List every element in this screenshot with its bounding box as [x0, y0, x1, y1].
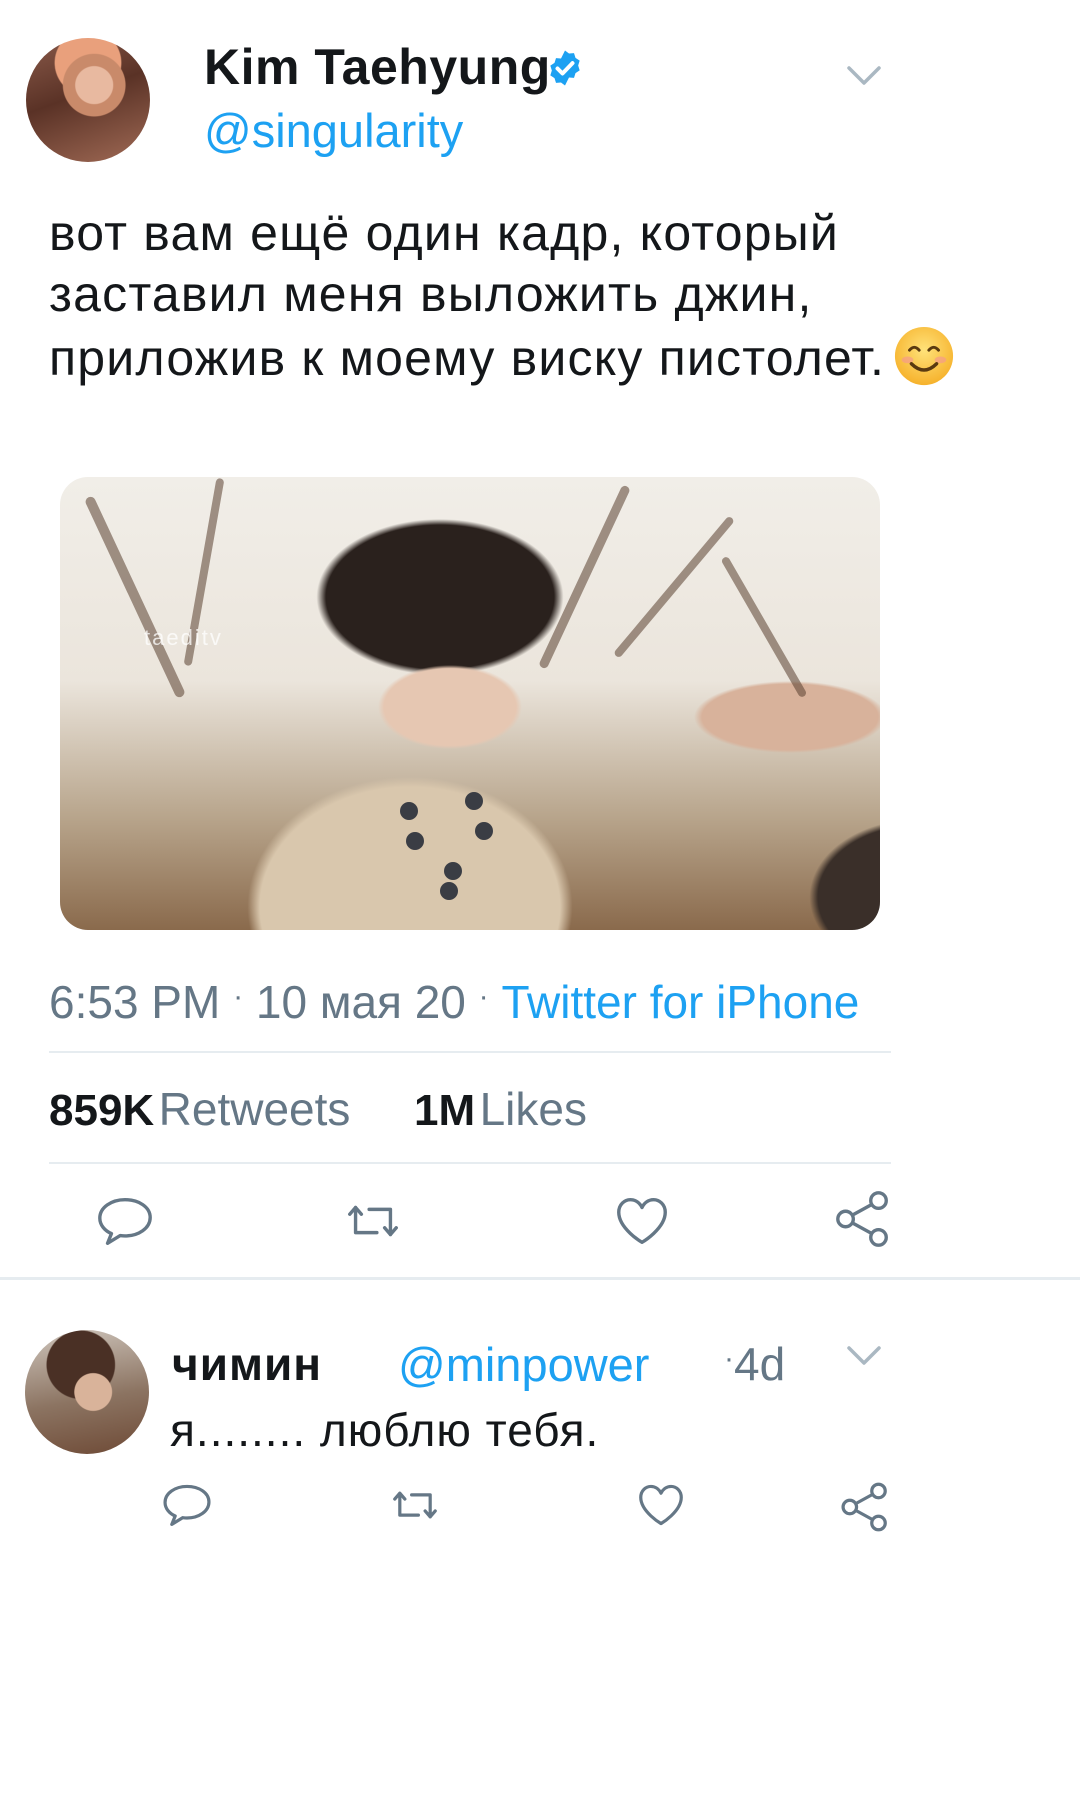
divider — [49, 1051, 891, 1053]
reply-text: я........ люблю тебя. — [170, 1404, 600, 1456]
retweet-icon[interactable] — [342, 1190, 404, 1252]
chevron-down-icon[interactable] — [846, 1345, 882, 1367]
likes-count: 1M — [414, 1086, 476, 1135]
tweet-source-link[interactable]: Twitter for iPhone — [501, 976, 859, 1028]
like-heart-icon[interactable] — [634, 1478, 688, 1532]
tweet-time: 6:53 PM — [49, 976, 221, 1028]
tweet-meta: 6:53 PM · 10 мая 20 · Twitter for iPhone — [49, 975, 859, 1029]
author-handle[interactable]: @singularity — [204, 103, 463, 158]
share-icon[interactable] — [832, 1188, 894, 1250]
retweets-stat[interactable]: 859K Retweets — [49, 1082, 350, 1136]
verified-badge-icon — [550, 50, 580, 86]
chevron-down-icon[interactable] — [846, 65, 882, 87]
tweet-text: вот вам ещё один кадр, который заставил … — [49, 203, 1009, 389]
tweet-separator — [0, 1277, 1080, 1280]
tweet-date: 10 мая 20 — [255, 976, 466, 1028]
reply-time: 4d — [734, 1338, 786, 1390]
like-heart-icon[interactable] — [611, 1190, 673, 1252]
retweet-icon[interactable] — [388, 1478, 442, 1532]
meta-separator: · — [233, 980, 244, 1013]
meta-separator: · — [724, 1342, 734, 1375]
likes-label: Likes — [479, 1083, 587, 1135]
reply-display-name[interactable]: чимин — [172, 1337, 322, 1391]
retweets-count: 859K — [49, 1086, 155, 1135]
reply-avatar[interactable] — [25, 1330, 149, 1454]
likes-stat[interactable]: 1M Likes — [414, 1082, 587, 1136]
reply-handle[interactable]: @minpower — [398, 1337, 649, 1392]
retweets-label: Retweets — [158, 1083, 351, 1135]
share-icon[interactable] — [838, 1480, 892, 1534]
meta-separator: · — [478, 980, 489, 1013]
tweet-media-image[interactable]: taeditv — [60, 477, 880, 930]
reply-icon[interactable] — [94, 1190, 156, 1252]
reply-icon[interactable] — [160, 1478, 214, 1532]
tweet-text-body: вот вам ещё один кадр, который заставил … — [49, 205, 886, 386]
reply-timestamp[interactable]: ·4d — [724, 1337, 785, 1391]
divider — [49, 1162, 891, 1164]
author-display-name[interactable]: Kim Taehyung — [204, 38, 551, 96]
author-avatar[interactable] — [26, 38, 150, 162]
media-watermark: taeditv — [144, 625, 223, 650]
smiling-face-icon — [895, 326, 954, 386]
